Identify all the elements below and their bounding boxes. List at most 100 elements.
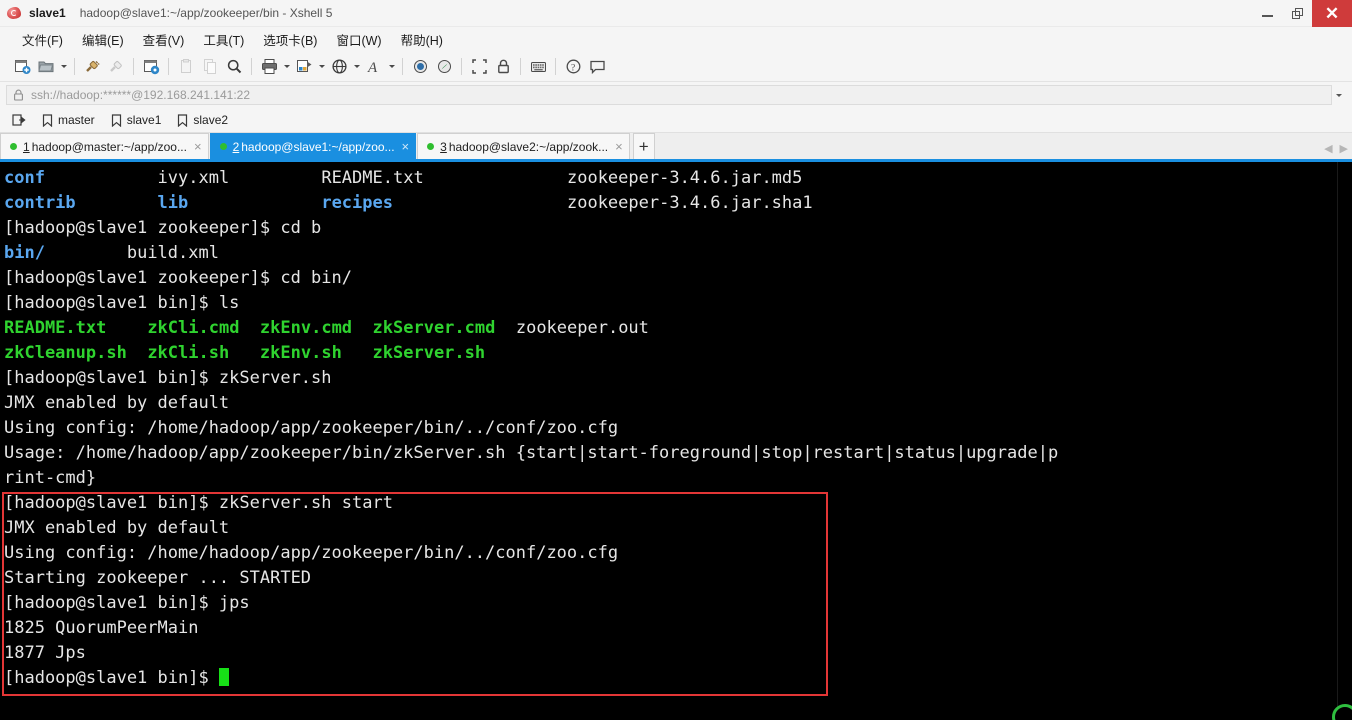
terminal-text: [hadoop@slave1 bin]$ jps	[4, 593, 250, 613]
terminal-line: Using config: /home/hadoop/app/zookeeper…	[4, 541, 1352, 566]
tab-3[interactable]: 3 hadoop@slave2:~/app/zook... ×	[417, 133, 630, 159]
terminal-text: [hadoop@slave1 bin]$ ls	[4, 293, 240, 313]
tab-number: 3	[440, 139, 447, 154]
tab-1[interactable]: 1 hadoop@master:~/app/zoo... ×	[0, 133, 209, 159]
menu-window[interactable]: 窗口(W)	[328, 27, 389, 52]
menu-file[interactable]: 文件(F)	[14, 27, 71, 52]
tab-close-icon[interactable]: ×	[402, 140, 410, 153]
address-value: ssh://hadoop:******@192.168.241.141:22	[31, 88, 251, 102]
font-icon[interactable]: A	[362, 55, 386, 79]
menu-help[interactable]: 帮助(H)	[393, 27, 451, 52]
open-session-button[interactable]	[34, 55, 58, 79]
terminal-text: bin/	[4, 243, 45, 263]
menu-edit[interactable]: 编辑(E)	[74, 27, 132, 52]
copy-button[interactable]	[198, 55, 222, 79]
tab-status-dot	[219, 143, 227, 150]
toolbar-separator	[520, 58, 521, 75]
print-dropdown[interactable]	[281, 55, 292, 79]
terminal-text: JMX enabled by default	[4, 518, 230, 538]
fullscreen-icon[interactable]	[467, 55, 491, 79]
chevron-left-icon[interactable]: ◀	[1324, 142, 1332, 155]
address-dropdown-button[interactable]	[1332, 94, 1346, 97]
find-button[interactable]	[222, 55, 246, 79]
terminal-line: Usage: /home/hadoop/app/zookeeper/bin/zk…	[4, 441, 1352, 466]
font-dropdown[interactable]	[386, 55, 397, 79]
terminal-text: zkCleanup.sh	[4, 343, 127, 363]
tab-number: 1	[23, 139, 30, 154]
connection-status-indicator	[1332, 704, 1352, 720]
address-input[interactable]: ssh://hadoop:******@192.168.241.141:22	[6, 85, 1332, 105]
terminal-text: JMX enabled by default	[4, 393, 230, 413]
menu-tools[interactable]: 工具(T)	[195, 27, 252, 52]
terminal-text: conf	[4, 168, 45, 188]
terminal-text: [hadoop@slave1 zookeeper]$ cd bin/	[4, 268, 352, 288]
disconnect-button[interactable]	[104, 55, 128, 79]
open-session-dropdown[interactable]	[58, 55, 69, 79]
terminal-line: bin/ build.xml	[4, 241, 1352, 266]
properties-button[interactable]	[139, 55, 163, 79]
compass-icon[interactable]	[432, 55, 456, 79]
keyboard-icon[interactable]	[526, 55, 550, 79]
restore-button[interactable]	[1282, 0, 1312, 27]
chevron-right-icon[interactable]: ▶	[1340, 142, 1348, 155]
bookmark-slave1[interactable]: slave1	[111, 113, 161, 127]
help-icon[interactable]: ?	[561, 55, 585, 79]
terminal-line: zkCleanup.sh zkCli.sh zkEnv.sh zkServer.…	[4, 341, 1352, 366]
terminal-text: zkServer.sh	[372, 343, 486, 363]
trace-button[interactable]	[408, 55, 432, 79]
terminal-text: README.txt	[321, 168, 424, 188]
window-controls: ✕	[1252, 0, 1352, 27]
terminal-line: 1825 QuorumPeerMain	[4, 616, 1352, 641]
tab-2[interactable]: 2 hadoop@slave1:~/app/zoo... ×	[209, 133, 417, 159]
open-session-folder-button[interactable]	[12, 113, 26, 127]
lock-icon[interactable]	[491, 55, 515, 79]
terminal-text: rint-cmd}	[4, 468, 97, 488]
file-transfer-button[interactable]	[292, 55, 316, 79]
terminal-scrollbar[interactable]	[1337, 162, 1352, 720]
terminal-text: Using config: /home/hadoop/app/zookeeper…	[4, 543, 619, 563]
connect-button[interactable]	[80, 55, 104, 79]
menu-tabs[interactable]: 选项卡(B)	[255, 27, 325, 52]
globe-dropdown[interactable]	[351, 55, 362, 79]
terminal-text: contrib	[4, 193, 76, 213]
restore-icon	[1291, 7, 1303, 19]
file-transfer-dropdown[interactable]	[316, 55, 327, 79]
new-tab-button[interactable]: +	[632, 133, 655, 159]
terminal-text: Starting zookeeper ... STARTED	[4, 568, 312, 588]
terminal-output[interactable]: conf ivy.xml README.txt zookeeper-3.4.6.…	[0, 162, 1352, 720]
terminal-line: rint-cmd}	[4, 466, 1352, 491]
menu-view[interactable]: 查看(V)	[135, 27, 193, 52]
bookmark-master[interactable]: master	[42, 113, 95, 127]
title-bar: slave1 hadoop@slave1:~/app/zookeeper/bin…	[0, 0, 1352, 27]
toolbar-separator	[461, 58, 462, 75]
tab-close-icon[interactable]: ×	[194, 140, 202, 153]
minimize-button[interactable]	[1252, 0, 1282, 27]
paste-button[interactable]	[174, 55, 198, 79]
globe-icon[interactable]	[327, 55, 351, 79]
close-button[interactable]: ✕	[1312, 0, 1352, 27]
terminal-text: Usage: /home/hadoop/app/zookeeper/bin/zk…	[4, 443, 1059, 463]
terminal-line: [hadoop@slave1 bin]$ zkServer.sh start	[4, 491, 1352, 516]
bookmark-slave2[interactable]: slave2	[177, 113, 228, 127]
terminal-text: [hadoop@slave1 bin]$ zkServer.sh start	[4, 493, 393, 513]
terminal-text: zkEnv.cmd	[259, 318, 353, 338]
terminal-line: conf ivy.xml README.txt zookeeper-3.4.6.…	[4, 166, 1352, 191]
tab-close-icon[interactable]: ×	[615, 140, 623, 153]
terminal-text: zookeeper.out	[515, 318, 649, 338]
bookmark-icon	[111, 113, 121, 127]
new-session-button[interactable]	[10, 55, 34, 79]
print-button[interactable]	[257, 55, 281, 79]
feedback-icon[interactable]	[585, 55, 609, 79]
tab-label: hadoop@slave1:~/app/zoo...	[241, 139, 395, 154]
terminal-line: README.txt zkCli.cmd zkEnv.cmd zkServer.…	[4, 316, 1352, 341]
terminal-text: lib	[157, 193, 189, 213]
svg-text:A: A	[367, 60, 378, 75]
